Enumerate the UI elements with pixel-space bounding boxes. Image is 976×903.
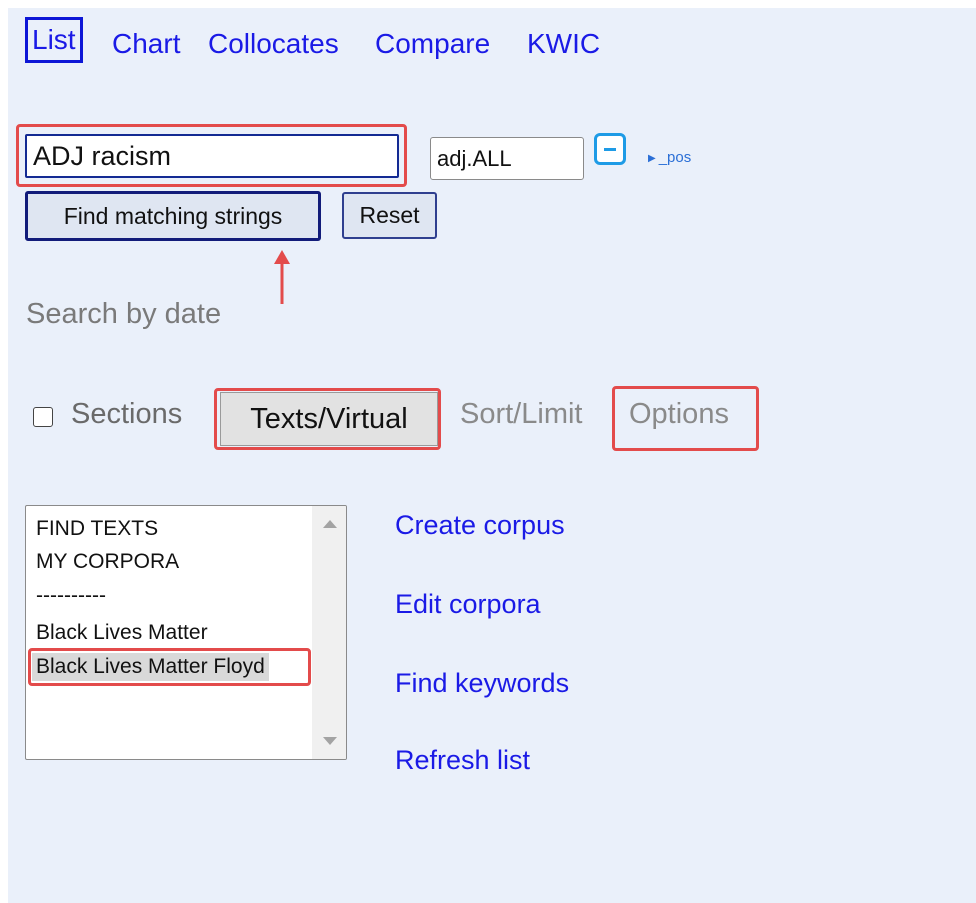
refresh-list-link[interactable]: Refresh list [395,745,530,776]
find-keywords-link[interactable]: Find keywords [395,668,569,699]
annotation-arrow-icon [274,250,290,304]
tab-compare[interactable]: Compare [375,24,490,64]
sections-checkbox[interactable] [33,407,53,427]
tab-kwic[interactable]: KWIC [527,24,600,64]
options-tab[interactable]: Options [629,398,729,431]
triangle-right-icon: ▶ [648,152,656,164]
list-item-my-corpora[interactable]: MY CORPORA [36,548,179,576]
sort-limit-tab[interactable]: Sort/Limit [460,398,582,431]
list-item-find-texts[interactable]: FIND TEXTS [36,515,158,543]
list-item-black-lives-matter[interactable]: Black Lives Matter [36,619,208,647]
minus-icon [604,148,616,151]
sections-label[interactable]: Sections [71,398,182,431]
tab-collocates[interactable]: Collocates [208,24,339,64]
pos-list-link[interactable]: ▶ _pos [648,149,691,166]
search-by-date-toggle[interactable]: Search by date [26,298,221,331]
create-corpus-link[interactable]: Create corpus [395,510,565,541]
texts-virtual-tab[interactable]: Texts/Virtual [220,392,438,446]
edit-corpora-link[interactable]: Edit corpora [395,589,541,620]
list-item-black-lives-matter-floyd[interactable]: Black Lives Matter Floyd [32,653,269,681]
list-item-separator: ---------- [36,584,106,607]
pos-link-label: _pos [658,149,692,166]
pos-input[interactable] [430,137,584,180]
reset-button[interactable]: Reset [342,192,437,239]
tab-list[interactable]: List [25,17,83,63]
word-input[interactable] [25,134,399,178]
tab-chart[interactable]: Chart [112,24,180,64]
scroll-down-icon[interactable] [323,737,337,745]
corpora-listbox[interactable]: FIND TEXTS MY CORPORA ---------- Black L… [25,505,347,760]
collapse-pos-button[interactable] [594,133,626,165]
find-matching-strings-button[interactable]: Find matching strings [25,191,321,241]
listbox-scrollbar[interactable] [312,506,346,759]
scroll-up-icon[interactable] [323,520,337,528]
